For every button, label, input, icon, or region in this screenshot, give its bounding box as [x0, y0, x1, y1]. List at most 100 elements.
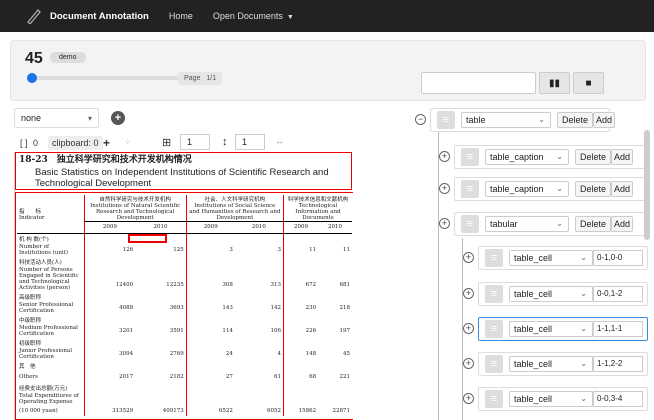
add-node-button[interactable]: Add — [611, 181, 633, 197]
tree-node-table_caption[interactable]: ≡ table_caption ⌄ Delete Add — [454, 145, 648, 169]
clipboard-indicator[interactable]: clipboard: 0 — [48, 136, 103, 150]
node-type-select[interactable]: table_cell ⌄ — [509, 356, 593, 372]
delete-node-button[interactable]: Delete — [557, 112, 593, 128]
data-table: 指 标 Indicator 自然科学研究与技术开发机构 Institutions o… — [17, 195, 352, 416]
table-cell — [135, 256, 186, 267]
node-type-select[interactable]: table ⌄ — [461, 112, 551, 128]
expand-toggle-icon[interactable]: + — [463, 393, 474, 404]
node-type-select[interactable]: table_cell ⌄ — [509, 250, 593, 266]
table-cell — [235, 337, 284, 348]
table-cell — [235, 256, 284, 267]
collapse-toggle-icon[interactable]: − — [415, 114, 426, 125]
add-plus-button[interactable]: + — [103, 136, 110, 150]
tree-node-table_cell[interactable]: ≡ table_cell ⌄ 0-0,3-4 — [478, 387, 648, 411]
cell-range-input[interactable]: 1-1,2-2 — [593, 356, 643, 372]
expand-toggle-icon[interactable]: + — [463, 252, 474, 263]
drag-handle-icon[interactable]: ≡ — [485, 249, 503, 267]
tree-scrollbar[interactable] — [644, 130, 650, 240]
brand-title[interactable]: Document Annotation — [50, 11, 149, 22]
tree-node-table[interactable]: ≡ table ⌄ Delete Add — [430, 108, 615, 132]
page-slider-handle[interactable] — [27, 73, 37, 83]
delete-node-button[interactable]: Delete — [575, 181, 611, 197]
table-cell — [235, 291, 284, 302]
cell-range-input[interactable]: 0-1,0-0 — [593, 250, 643, 266]
group-3-en: Technological Information and Documents — [295, 203, 341, 222]
table-cell: 221 — [339, 373, 351, 380]
drag-handle-icon[interactable]: ≡ — [485, 355, 503, 373]
col-count-input[interactable]: 1 — [235, 134, 265, 150]
label-select[interactable]: none ▾ — [14, 108, 99, 128]
table-row: Number of Institutions (unit) 126 125 3 3 11 1… — [17, 244, 352, 256]
drag-handle-icon[interactable]: ≡ — [461, 148, 479, 166]
cell-range-input[interactable]: 0-0,3-4 — [593, 391, 643, 407]
tree-node-table_cell[interactable]: ≡ table_cell ⌄ 1-1,1-1 — [478, 317, 648, 341]
table-cell — [235, 314, 284, 325]
table-cell: 409173 — [162, 407, 184, 414]
copy-button[interactable]: ▮▮ — [539, 72, 570, 94]
tree-node-table_cell[interactable]: ≡ table_cell ⌄ 0-0,1-2 — [478, 282, 648, 306]
table-cell — [282, 291, 319, 302]
table-cell — [318, 233, 352, 244]
horizontal-resize-icon[interactable]: ↔ — [275, 136, 284, 146]
expand-toggle-icon[interactable]: + — [463, 358, 474, 369]
caption-bbox[interactable] — [15, 152, 352, 190]
expand-icon[interactable]: [ ] — [20, 138, 28, 148]
nav-home-link[interactable]: Home — [169, 11, 193, 21]
add-circle-button[interactable]: + — [111, 111, 125, 125]
table-row: 经费支出总额(万元) — [17, 382, 352, 393]
add-node-button[interactable]: Add — [611, 149, 633, 165]
add-node-button[interactable]: Add — [593, 112, 615, 128]
tree-node-table_cell[interactable]: ≡ table_cell ⌄ 1-1,2-2 — [478, 352, 648, 376]
node-type-select[interactable]: table_cell ⌄ — [509, 391, 593, 407]
table-cell — [135, 360, 186, 371]
row-label: and Technological Activities (person) — [19, 279, 71, 291]
table-row: Senior Professional Certification 4088 369… — [17, 302, 352, 314]
table-cell: 114 — [185, 325, 235, 337]
expand-toggle-icon[interactable]: + — [439, 218, 450, 229]
tree-node-table_cell[interactable]: ≡ table_cell ⌄ 0-1,0-0 — [478, 246, 648, 270]
drag-handle-icon[interactable]: ≡ — [485, 390, 503, 408]
node-type-select[interactable]: tabular ⌄ — [485, 216, 569, 232]
nav-open-documents-dropdown[interactable]: Open Documents ▼ — [213, 11, 294, 21]
drag-handle-icon[interactable]: ≡ — [437, 111, 455, 129]
collapse-icon[interactable]: ⁘ — [124, 137, 132, 148]
row-label: 高级职称 — [19, 294, 42, 301]
drag-handle-icon[interactable]: ≡ — [485, 320, 503, 338]
page-slider[interactable] — [27, 73, 181, 83]
group-3-cn: 科学技术信息和文献机构 — [287, 197, 349, 204]
table-cell: 6052 — [266, 407, 281, 414]
group-header-1: 自然科学研究与技术开发机构 Institutions of Natural Sci… — [83, 195, 187, 223]
table-row: 初级职称 — [17, 337, 352, 348]
table-cell — [282, 337, 319, 348]
delete-node-button[interactable]: Delete — [575, 149, 611, 165]
tree-node-table_caption[interactable]: ≡ table_caption ⌄ Delete Add — [454, 177, 648, 201]
table-cell — [185, 337, 235, 348]
expand-toggle-icon[interactable]: + — [463, 288, 474, 299]
node-type-select[interactable]: table_caption ⌄ — [485, 149, 569, 165]
cell-range-input[interactable]: 1-1,1-1 — [593, 321, 643, 337]
node-type-select[interactable]: table_cell ⌄ — [509, 286, 593, 302]
cell-range-input[interactable]: 0-0,1-2 — [593, 286, 643, 302]
row-count-input[interactable]: 1 — [180, 134, 210, 150]
table-cell: 148 — [282, 348, 319, 360]
table-cell: 3 — [185, 244, 235, 256]
drag-handle-icon[interactable]: ≡ — [485, 285, 503, 303]
expand-toggle-icon[interactable]: + — [439, 183, 450, 194]
tree-node-tabular[interactable]: ≡ tabular ⌄ Delete Add — [454, 212, 648, 236]
expand-toggle-icon[interactable]: + — [439, 151, 450, 162]
save-button[interactable]: ■ — [573, 72, 604, 94]
table-cell — [235, 233, 284, 244]
delete-node-button[interactable]: Delete — [575, 216, 611, 232]
node-type-select[interactable]: table_caption ⌄ — [485, 181, 569, 197]
filename-input[interactable] — [421, 72, 536, 94]
drag-handle-icon[interactable]: ≡ — [461, 180, 479, 198]
node-type-select[interactable]: table_cell ⌄ — [509, 321, 593, 337]
table-grid-icon[interactable]: ⊞ — [162, 136, 171, 149]
table-cell: 11 — [343, 247, 350, 253]
drag-handle-icon[interactable]: ≡ — [461, 215, 479, 233]
expand-toggle-icon[interactable]: + — [463, 323, 474, 334]
table-cell — [282, 382, 319, 393]
vertical-resize-icon[interactable]: ↕ — [222, 136, 228, 148]
add-node-button[interactable]: Add — [611, 216, 633, 232]
row-label: Medium Professional Certification — [19, 325, 78, 337]
